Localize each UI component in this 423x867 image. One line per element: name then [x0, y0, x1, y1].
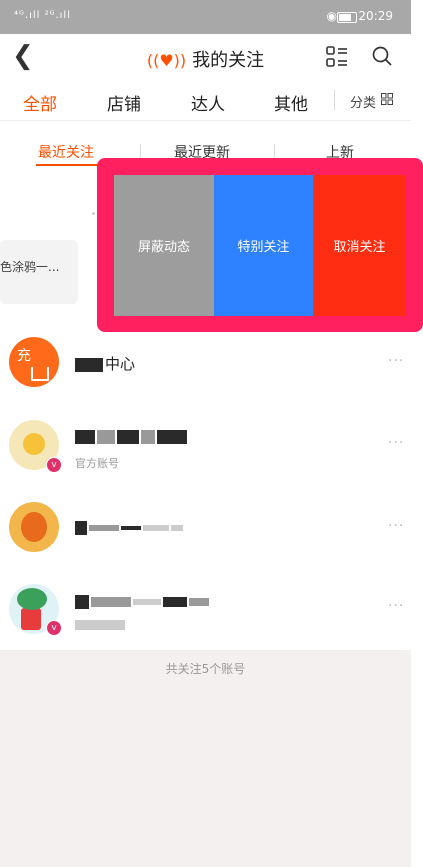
search-icon[interactable] — [372, 46, 392, 66]
broadcast-heart-icon: ((♥)) — [146, 51, 187, 70]
list-item[interactable]: v 官方账号 ··· — [0, 405, 411, 489]
list-item[interactable]: ··· — [0, 488, 411, 572]
redacted-text — [75, 620, 125, 630]
classify-grid-icon[interactable] — [381, 93, 393, 105]
account-subtitle — [75, 618, 127, 631]
redacted-text — [75, 429, 95, 444]
redacted-text — [89, 524, 119, 531]
status-time: 20:29 — [358, 9, 393, 23]
avatar: 充 — [9, 337, 59, 387]
list-item[interactable]: 充 中心 ··· — [0, 321, 411, 405]
page: ⁴ᴳ.ıll ²ᴳ.ıll ◉ 20:29 ❮ ((♥)) 我的关注 全部 店铺 … — [0, 0, 411, 867]
tab-separator — [334, 90, 335, 110]
partial-card-text: 色涂鸦一... — [0, 260, 60, 274]
redacted-text — [133, 598, 161, 605]
list-footer: 共关注5个账号 — [0, 650, 411, 867]
special-follow-button[interactable]: 特别关注 — [214, 175, 313, 316]
classify-button[interactable]: 分类 — [350, 92, 376, 111]
eye-comfort-icon: ◉ — [326, 9, 337, 23]
dot-marker — [92, 212, 95, 215]
redacted-text — [171, 524, 183, 531]
redacted-text — [121, 525, 141, 530]
redacted-text — [75, 520, 87, 535]
redacted-text — [91, 596, 131, 607]
redacted-text — [163, 596, 187, 607]
status-bar: ⁴ᴳ.ıll ²ᴳ.ıll ◉ 20:29 — [0, 0, 411, 34]
page-title: ((♥)) 我的关注 — [0, 46, 411, 72]
verified-badge-icon: v — [46, 620, 62, 636]
account-name — [75, 427, 189, 445]
more-icon[interactable]: ··· — [388, 353, 404, 369]
right-edge — [411, 0, 423, 867]
unfollow-button[interactable]: 取消关注 — [313, 175, 406, 316]
redacted-text — [97, 429, 115, 444]
follow-count-text: 共关注5个账号 — [165, 662, 246, 676]
category-tabs: 全部 店铺 达人 其他 分类 — [0, 80, 411, 120]
account-name-text: 中心 — [105, 355, 136, 373]
coin-shape — [23, 433, 45, 455]
signal-indicators: ⁴ᴳ.ıll ²ᴳ.ıll — [14, 10, 71, 21]
subtab-recent-follow[interactable]: 最近关注 — [38, 142, 94, 162]
tab-others[interactable]: 其他 — [274, 90, 308, 115]
avatar-shape — [31, 367, 49, 381]
partial-card[interactable]: 色涂鸦一... — [0, 240, 78, 304]
list-item[interactable]: v ··· — [0, 566, 411, 650]
tab-shops[interactable]: 店铺 — [107, 90, 141, 115]
avatar-text: 充 — [17, 348, 31, 364]
redacted-text — [189, 597, 209, 606]
more-icon[interactable]: ··· — [388, 598, 404, 614]
block-updates-button[interactable]: 屏蔽动态 — [114, 175, 214, 316]
tab-all[interactable]: 全部 — [23, 90, 57, 115]
redacted-text — [141, 429, 155, 444]
nav-bar: ❮ ((♥)) 我的关注 — [0, 34, 411, 80]
redacted-text — [75, 357, 103, 372]
redacted-text — [117, 429, 139, 444]
account-subtitle: 官方账号 — [75, 457, 119, 470]
tab-influencers[interactable]: 达人 — [191, 90, 225, 115]
page-title-text: 我的关注 — [192, 50, 265, 71]
redacted-text — [143, 524, 169, 531]
avatar — [9, 502, 59, 552]
account-name: 中心 — [75, 353, 135, 374]
more-icon[interactable]: ··· — [388, 435, 404, 451]
divider — [0, 120, 411, 121]
account-name — [75, 592, 211, 610]
mascot-shape — [21, 512, 47, 542]
verified-badge-icon: v — [46, 457, 62, 473]
battery-icon — [337, 12, 357, 23]
subtab-underline — [36, 164, 98, 166]
redacted-text — [75, 594, 89, 609]
redacted-text — [157, 429, 187, 444]
list-grid-icon[interactable] — [326, 46, 348, 68]
account-name — [75, 518, 185, 536]
more-icon[interactable]: ··· — [388, 518, 404, 534]
radish-shape — [21, 608, 41, 630]
leaf-shape — [17, 588, 47, 610]
